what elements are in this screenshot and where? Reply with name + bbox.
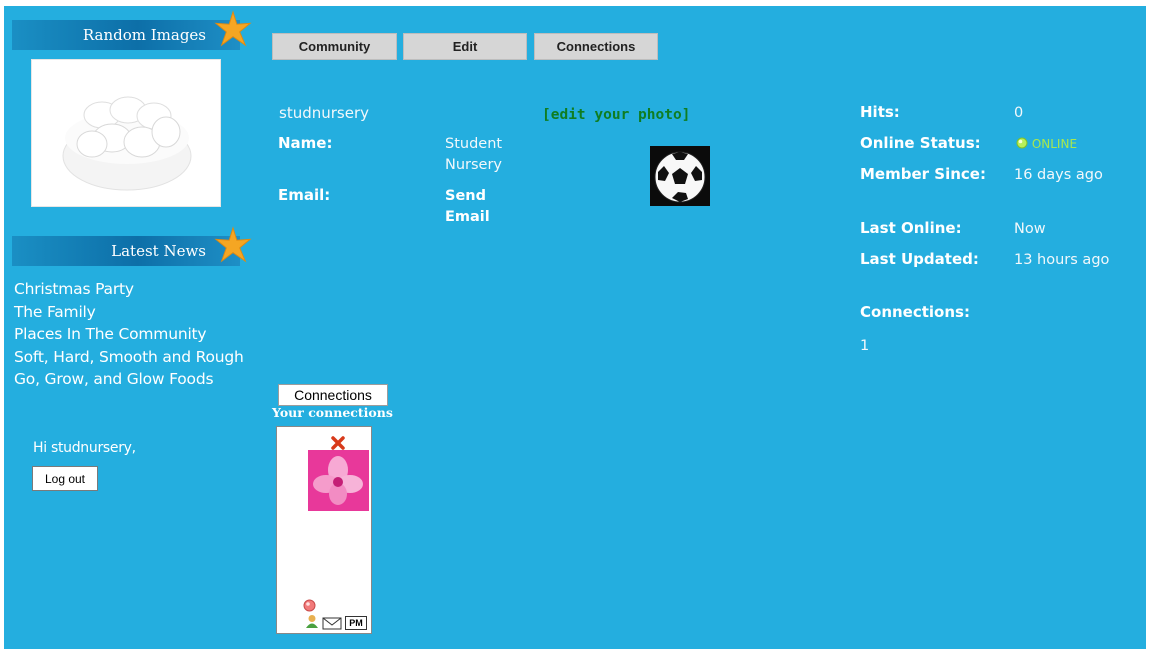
connections-subtitle: Your connections bbox=[272, 405, 393, 420]
random-images-heading: Random Images bbox=[12, 10, 252, 50]
news-item[interactable]: Christmas Party bbox=[14, 278, 254, 301]
name-value: Student Nursery bbox=[445, 136, 503, 173]
flower-avatar[interactable] bbox=[308, 450, 369, 511]
name-label: Name: bbox=[278, 134, 333, 152]
latest-news-title: Latest News bbox=[111, 242, 206, 260]
connections-title: Connections bbox=[278, 384, 388, 406]
online-dot-icon bbox=[1016, 137, 1028, 149]
news-item[interactable]: Go, Grow, and Glow Foods bbox=[14, 368, 254, 391]
connections-count: 1 bbox=[860, 338, 870, 354]
logout-button[interactable]: Log out bbox=[32, 466, 98, 491]
hits-value: 0 bbox=[1014, 105, 1024, 121]
random-image[interactable] bbox=[31, 59, 221, 207]
username: studnursery bbox=[279, 104, 369, 122]
member-since-label: Member Since: bbox=[860, 165, 986, 183]
send-email-link[interactable]: Send Email bbox=[445, 186, 515, 228]
hits-label: Hits: bbox=[860, 103, 900, 121]
news-item[interactable]: Places In The Community bbox=[14, 323, 254, 346]
starfish-icon bbox=[214, 10, 252, 47]
tab-connections[interactable]: Connections bbox=[534, 33, 658, 60]
remove-icon[interactable] bbox=[330, 435, 346, 451]
soccer-ball-image bbox=[650, 146, 710, 206]
news-item[interactable]: Soft, Hard, Smooth and Rough bbox=[14, 346, 254, 369]
random-images-title: Random Images bbox=[82, 26, 206, 44]
member-since-value: 16 days ago bbox=[1014, 167, 1103, 183]
last-online-label: Last Online: bbox=[860, 219, 962, 237]
last-updated-label: Last Updated: bbox=[860, 250, 979, 268]
greeting-text: Hi studnursery, bbox=[33, 440, 136, 456]
last-updated-value: 13 hours ago bbox=[1014, 252, 1110, 268]
profile-icon[interactable] bbox=[305, 614, 319, 629]
eggs-bowl-image bbox=[62, 96, 192, 191]
edit-photo-link[interactable]: [edit your photo] bbox=[542, 107, 690, 123]
email-icon[interactable] bbox=[322, 617, 342, 630]
connections-label: Connections: bbox=[860, 303, 970, 321]
news-item[interactable]: The Family bbox=[14, 301, 254, 324]
pm-button[interactable]: PM bbox=[345, 616, 367, 630]
online-status-label: Online Status: bbox=[860, 134, 981, 152]
tab-edit[interactable]: Edit bbox=[403, 33, 527, 60]
tab-community[interactable]: Community bbox=[272, 33, 397, 60]
connection-card: PM bbox=[276, 426, 372, 634]
latest-news-heading: Latest News bbox=[12, 226, 252, 266]
email-label: Email: bbox=[278, 186, 331, 204]
offline-dot-icon bbox=[303, 599, 316, 612]
last-online-value: Now bbox=[1014, 221, 1046, 237]
online-status-value: ONLINE bbox=[1016, 134, 1077, 155]
starfish-icon bbox=[214, 226, 252, 263]
online-text: ONLINE bbox=[1031, 137, 1078, 151]
news-list: Christmas Party The Family Places In The… bbox=[14, 278, 254, 391]
profile-photo bbox=[650, 146, 710, 206]
